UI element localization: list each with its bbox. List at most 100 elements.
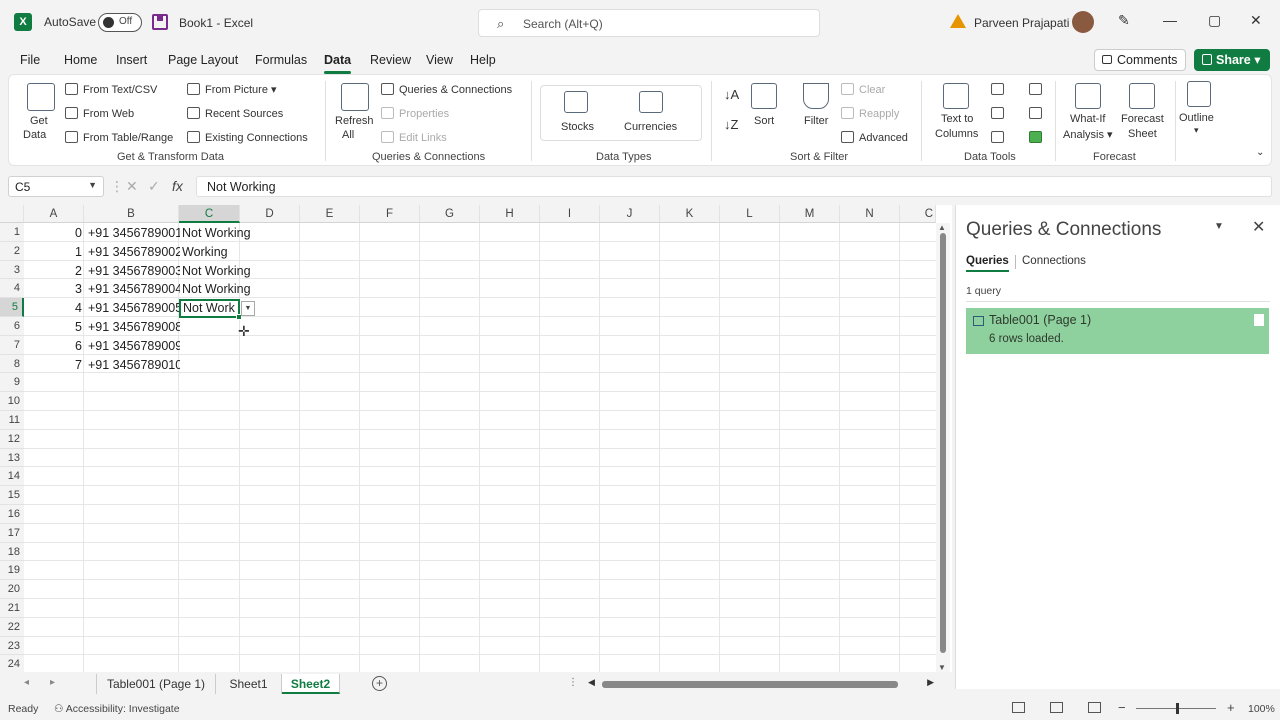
normal-view-icon[interactable]: [1012, 702, 1025, 713]
column-header-n[interactable]: N: [840, 205, 900, 223]
what-if-button[interactable]: What-If: [1070, 113, 1105, 125]
column-header-partial[interactable]: C: [900, 205, 936, 223]
sort-icon[interactable]: [751, 83, 777, 109]
filter-button[interactable]: Filter: [804, 115, 828, 127]
row-header[interactable]: 20: [0, 580, 24, 599]
forecast-sheet-icon[interactable]: [1129, 83, 1155, 109]
zoom-slider[interactable]: [1136, 703, 1216, 714]
query-item[interactable]: Table001 (Page 1) 6 rows loaded.: [966, 308, 1269, 354]
vertical-scroll-thumb[interactable]: [940, 233, 946, 653]
zoom-in-icon[interactable]: +: [1227, 700, 1235, 715]
scroll-right-icon[interactable]: ▶: [927, 677, 934, 688]
name-box[interactable]: C5 ▼: [8, 176, 104, 197]
cell-b6[interactable]: +91 3456789008: [88, 318, 180, 336]
cell-b5[interactable]: +91 3456789005: [88, 299, 180, 317]
cell-b8[interactable]: +91 3456789010: [88, 356, 180, 374]
database-icon[interactable]: [27, 83, 55, 111]
warning-icon[interactable]: [950, 14, 966, 28]
pen-icon[interactable]: ✎: [1118, 12, 1130, 29]
row-header[interactable]: 7: [0, 335, 24, 355]
column-header-i[interactable]: I: [540, 205, 600, 223]
cell-a6[interactable]: 5: [24, 318, 82, 336]
more-options-icon[interactable]: ⋮: [110, 178, 124, 195]
minimize-icon[interactable]: —: [1163, 12, 1177, 28]
column-header-a[interactable]: A: [24, 205, 84, 223]
cell-a2[interactable]: 1: [24, 243, 82, 261]
text-to-columns-button[interactable]: Text to: [941, 113, 973, 125]
row-header[interactable]: 9: [0, 373, 24, 393]
advanced-filter-button[interactable]: Advanced: [841, 131, 908, 144]
cell-b4[interactable]: +91 3456789004: [88, 280, 180, 298]
get-data-button-line2[interactable]: Data: [23, 129, 46, 141]
spreadsheet-grid[interactable]: A B C D E F G H I J K L M N C 1234567891…: [0, 205, 952, 675]
row-header[interactable]: 6: [0, 317, 24, 336]
tab-connections[interactable]: Connections: [1022, 255, 1086, 267]
row-header[interactable]: 11: [0, 411, 24, 430]
column-header-f[interactable]: F: [360, 205, 420, 223]
what-if-button-line2[interactable]: Analysis ▾: [1063, 128, 1113, 141]
zoom-out-icon[interactable]: −: [1118, 700, 1126, 715]
outline-icon[interactable]: [1187, 81, 1211, 107]
menu-page-layout[interactable]: Page Layout: [168, 53, 238, 67]
cell-b1[interactable]: +91 3456789001: [88, 224, 180, 242]
insert-function-icon[interactable]: fx: [172, 178, 183, 194]
cell-a8[interactable]: 7: [24, 356, 82, 374]
sort-button[interactable]: Sort: [754, 115, 774, 127]
text-to-columns-icon[interactable]: [943, 83, 969, 109]
add-sheet-icon[interactable]: +: [372, 676, 387, 691]
cell-a5[interactable]: 4: [24, 299, 82, 317]
currencies-button[interactable]: Currencies: [624, 121, 677, 133]
edit-links-button[interactable]: Edit Links: [381, 131, 447, 144]
row-header[interactable]: 5: [0, 298, 24, 317]
active-cell-c5[interactable]: Not Work: [179, 299, 242, 320]
row-header[interactable]: 4: [0, 279, 24, 299]
cell-a3[interactable]: 2: [24, 262, 82, 280]
scroll-up-icon[interactable]: ▲: [938, 223, 946, 232]
sheet-tab-sheet2[interactable]: Sheet2: [282, 674, 340, 694]
row-header[interactable]: 14: [0, 467, 24, 487]
avatar[interactable]: [1072, 11, 1094, 33]
menu-review[interactable]: Review: [370, 53, 411, 67]
cell-b3[interactable]: +91 3456789003: [88, 262, 180, 280]
data-model-icon[interactable]: [1029, 131, 1042, 143]
clear-filter-button[interactable]: Clear: [841, 83, 885, 96]
prev-sheet-icon[interactable]: ◂: [24, 677, 29, 688]
row-header[interactable]: 10: [0, 392, 24, 411]
currencies-icon[interactable]: [639, 91, 663, 113]
cell-a1[interactable]: 0: [24, 224, 82, 242]
row-header[interactable]: 2: [0, 241, 24, 261]
from-text-csv-button[interactable]: From Text/CSV: [65, 83, 157, 96]
consolidate-icon[interactable]: [1029, 83, 1042, 95]
comments-button[interactable]: Comments: [1094, 49, 1186, 71]
horizontal-scroll-thumb[interactable]: [602, 681, 898, 688]
cell-b2[interactable]: +91 3456789002: [88, 243, 180, 261]
filter-icon[interactable]: [803, 83, 829, 109]
column-header-g[interactable]: G: [420, 205, 480, 223]
sheet-tab-sheet1[interactable]: Sheet1: [216, 674, 282, 694]
menu-data[interactable]: Data: [324, 53, 352, 74]
row-header[interactable]: 8: [0, 354, 24, 374]
row-header[interactable]: 15: [0, 486, 24, 505]
column-header-b[interactable]: B: [84, 205, 179, 223]
cell-b7[interactable]: +91 3456789009: [88, 337, 180, 355]
column-header-j[interactable]: J: [600, 205, 660, 223]
validation-dropdown-button[interactable]: ▼: [241, 301, 255, 316]
cell-a7[interactable]: 6: [24, 337, 82, 355]
column-header-c[interactable]: C: [179, 205, 240, 223]
what-if-icon[interactable]: [1075, 83, 1101, 109]
scroll-left-icon[interactable]: ◀: [588, 677, 595, 688]
reapply-button[interactable]: Reapply: [841, 107, 899, 120]
row-header[interactable]: 19: [0, 561, 24, 581]
row-header[interactable]: 12: [0, 429, 24, 449]
properties-button[interactable]: Properties: [381, 107, 449, 120]
save-icon[interactable]: [152, 14, 168, 30]
cell-a4[interactable]: 3: [24, 280, 82, 298]
sheet-tab-table001[interactable]: Table001 (Page 1): [96, 674, 216, 694]
tab-queries[interactable]: Queries: [966, 255, 1009, 272]
row-header[interactable]: 3: [0, 260, 24, 280]
autosave-toggle[interactable]: Off: [98, 13, 142, 32]
row-header[interactable]: 1: [0, 223, 24, 242]
row-header[interactable]: 16: [0, 505, 24, 524]
from-table-range-button[interactable]: From Table/Range: [65, 131, 173, 144]
menu-insert[interactable]: Insert: [116, 53, 147, 67]
